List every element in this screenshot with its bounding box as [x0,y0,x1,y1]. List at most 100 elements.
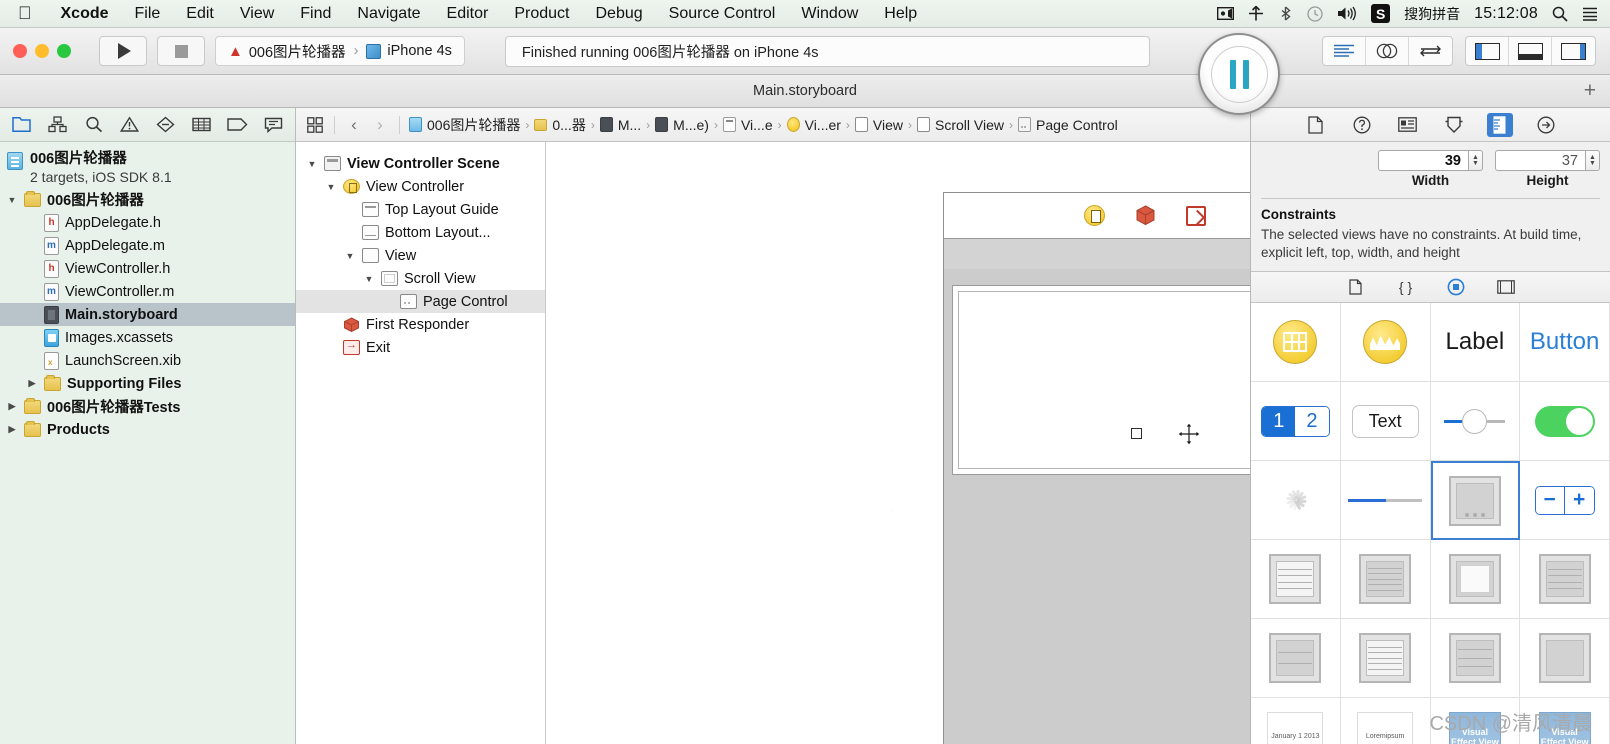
breadcrumb-item[interactable]: 006图片轮播器 [406,115,523,135]
navigator-toggle-icon[interactable] [1466,37,1509,65]
size-inspector-icon[interactable] [1486,112,1513,137]
breadcrumb-item[interactable]: View [852,117,906,133]
disclosure-triangle[interactable]: ▼ [344,251,356,261]
test-navigator-icon[interactable] [148,112,184,138]
disclosure-triangle[interactable]: ▼ [325,182,337,192]
menu-item-view[interactable]: View [227,5,287,23]
outline-row[interactable]: Bottom Layout... [296,221,545,244]
stepper-item[interactable]: − + [1520,461,1610,541]
menu-item-source-control[interactable]: Source Control [656,5,789,23]
menu-bar-clock[interactable]: 15:12:08 [1474,5,1538,23]
disclosure-triangle[interactable]: ▶ [6,401,18,412]
activity-indicator-item[interactable] [1251,461,1341,541]
breadcrumb-item[interactable]: Page Control [1015,117,1121,133]
jump-bar-back-button[interactable]: ‹ [341,115,367,135]
button-item[interactable]: Button [1520,303,1610,383]
breadcrumb-item[interactable]: Scroll View [914,117,1007,133]
collection-view-cell-item[interactable] [1251,619,1341,699]
object-library-icon[interactable] [1444,276,1468,298]
exit-icon[interactable] [1185,205,1206,226]
jump-bar-forward-button[interactable]: › [367,115,393,135]
image-view-item[interactable] [1430,540,1521,620]
scroll-view-content[interactable] [958,291,1250,469]
minimize-window-button[interactable] [35,44,49,58]
page-control-item[interactable] [1430,461,1521,541]
width-stepper[interactable]: ▲ ▼ [1468,150,1483,171]
file-row[interactable]: Images.xcassets [0,326,295,349]
airplay-icon[interactable] [1248,6,1264,21]
first-responder-icon[interactable] [1135,205,1156,226]
file-inspector-icon[interactable] [1303,113,1329,137]
text-field-item[interactable]: Text [1340,382,1431,462]
table-view-item[interactable] [1251,540,1341,620]
notification-center-icon[interactable] [1582,7,1598,21]
scheme-selector[interactable]: ▲ 006图片轮播器 › iPhone 4s [215,36,465,66]
tab-bar-controller-item[interactable] [1251,303,1341,383]
label-item[interactable]: Label [1430,303,1521,383]
code-snippet-library-icon[interactable]: { } [1394,276,1418,298]
project-navigator-icon[interactable] [4,112,40,138]
menu-item-debug[interactable]: Debug [582,5,655,23]
stop-button[interactable] [157,36,205,66]
attributes-inspector-icon[interactable] [1441,113,1467,137]
file-row[interactable]: h AppDelegate.h [0,211,295,234]
outline-row[interactable]: ▼ View [296,244,545,267]
file-row[interactable]: ▶ Products [0,418,295,441]
find-navigator-icon[interactable] [76,112,112,138]
disclosure-triangle[interactable]: ▼ [363,274,375,284]
segmented-control-item[interactable]: 12 [1251,382,1341,462]
file-row[interactable]: ▶ 006图片轮播器Tests [0,395,295,418]
run-button[interactable] [99,36,147,66]
input-method-badge[interactable]: S [1371,4,1391,23]
width-input[interactable]: 39 [1378,150,1468,171]
pause-button[interactable] [1198,33,1280,115]
breadcrumb-item[interactable]: Vi...e [720,117,776,133]
progress-view-item[interactable] [1340,461,1431,541]
visual-effect-view-vibrancy-item[interactable]: Visual Effect View [1520,698,1610,744]
outline-row[interactable]: ▼ Scroll View [296,267,545,290]
disclosure-triangle[interactable]: ▶ [6,424,18,435]
disclosure-triangle[interactable]: ▼ [6,195,18,205]
text-view-item[interactable] [1430,619,1521,699]
zoom-window-button[interactable] [57,44,71,58]
outline-row[interactable]: Top Layout Guide [296,198,545,221]
symbol-navigator-icon[interactable] [40,112,76,138]
file-row[interactable]: LaunchScreen.xib [0,349,295,372]
breadcrumb-item[interactable]: M...e) [652,117,712,133]
menu-item-file[interactable]: File [122,5,174,23]
bluetooth-icon[interactable] [1278,6,1293,21]
file-row[interactable]: h ViewController.h [0,257,295,280]
file-row[interactable]: ▼ 006图片轮播器 [0,188,295,211]
menu-item-edit[interactable]: Edit [173,5,227,23]
picker-view-item[interactable]: Loremipsum [1341,698,1431,744]
menu-item-window[interactable]: Window [788,5,871,23]
outline-row[interactable]: Page Control [296,290,545,313]
breadcrumb-item[interactable]: M... [597,117,644,133]
navigation-controller-item[interactable] [1340,303,1431,383]
collection-view-item[interactable] [1520,540,1610,620]
outline-row[interactable]: First Responder [296,313,545,336]
apple-menu-icon[interactable]:  [0,4,48,22]
outline-row[interactable]: ▼ View Controller Scene [296,152,545,175]
project-root-row[interactable]: 006图片轮播器 2 targets, iOS SDK 8.1 [0,148,295,188]
report-navigator-icon[interactable] [255,112,291,138]
add-editor-button[interactable]: + [1584,79,1596,103]
slider-item[interactable] [1430,382,1521,462]
close-window-button[interactable] [13,44,27,58]
breadcrumb-item[interactable]: 0...器 [531,115,588,135]
height-input[interactable]: 37 [1495,150,1585,171]
identity-inspector-icon[interactable] [1395,113,1421,137]
scroll-view[interactable] [952,285,1250,475]
outline-row[interactable]: ▼ View Controller [296,175,545,198]
disclosure-triangle[interactable]: ▼ [306,159,318,169]
menu-item-help[interactable]: Help [871,5,930,23]
debug-navigator-icon[interactable] [183,112,219,138]
search-icon[interactable] [1552,6,1568,22]
file-row[interactable]: m AppDelegate.m [0,234,295,257]
file-template-library-icon[interactable] [1344,276,1368,298]
debug-area-toggle-icon[interactable] [1509,37,1552,65]
menu-item-find[interactable]: Find [287,5,344,23]
page-control[interactable] [1131,428,1142,439]
breadcrumb-item[interactable]: Vi...er [784,117,844,133]
time-machine-icon[interactable] [1307,5,1323,22]
